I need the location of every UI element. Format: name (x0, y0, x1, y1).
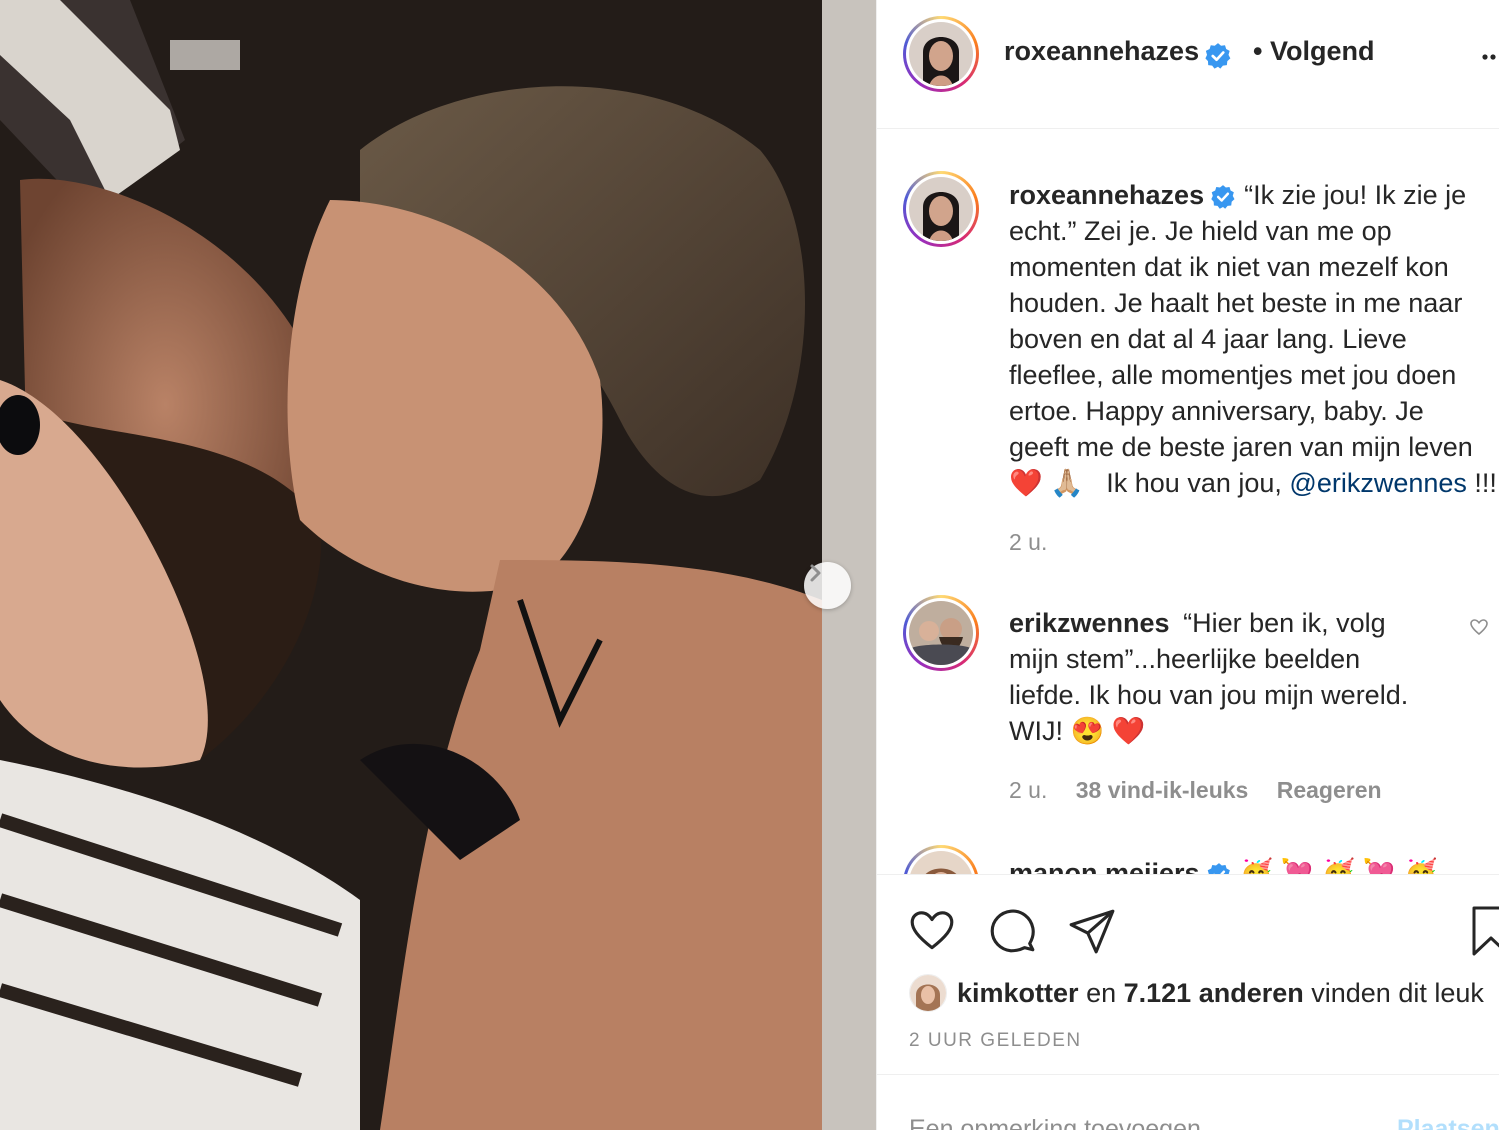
comment-line-1: manon meijers 🥳 💘 🥳 💘 🥳 (1009, 855, 1499, 874)
caption-text: Ik hou van jou, (1106, 468, 1282, 498)
comment-time[interactable]: 2 u. (1009, 777, 1047, 803)
more-dots-icon (1482, 54, 1496, 60)
like-heart-icon[interactable] (907, 906, 957, 956)
caption-line: momenten dat ik niet van mezelf kon (1009, 252, 1449, 282)
comment-like-heart-icon[interactable] (1469, 617, 1489, 637)
commenter-avatar[interactable] (903, 595, 979, 671)
avatar-icon (909, 851, 973, 874)
caption-line: ertoe. Happy anniversary, baby. Je (1009, 396, 1424, 426)
likes-connector: en (1086, 977, 1117, 1008)
add-comment-bar: Een opmerking toevoegen... Plaatsen (877, 1074, 1499, 1130)
share-send-icon[interactable] (1067, 906, 1117, 956)
caption-line: boven en dat al 4 jaar lang. Lieve (1009, 324, 1407, 354)
liker-avatar (909, 974, 947, 1012)
verified-badge-icon (1207, 862, 1230, 874)
caption-tail: !!! (1474, 468, 1497, 498)
add-comment-input[interactable]: Een opmerking toevoegen... (909, 1115, 1222, 1130)
verified-badge-icon (1204, 42, 1230, 69)
comment-text: “Hier ben ik, volg (1183, 608, 1386, 638)
commenter-username[interactable]: manon meijers (1009, 858, 1200, 874)
post-side-panel: roxeannehazes • Volgend roxeannehazes “I… (876, 0, 1499, 1130)
caption-meta: 2 u. (1009, 529, 1069, 556)
avatar-icon (909, 601, 973, 665)
following-status-button[interactable]: • Volgend (1253, 36, 1374, 67)
avatar-icon (910, 975, 946, 1011)
comment-line: mijn stem”...heerlijke beelden (1009, 644, 1361, 674)
post-comment-button[interactable]: Plaatsen (1397, 1115, 1499, 1130)
caption-line-1: roxeannehazes “Ik zie jou! Ik zie je (1009, 177, 1499, 213)
post-photo[interactable] (0, 0, 876, 1130)
comment-likes[interactable]: 38 vind-ik-leuks (1076, 777, 1249, 803)
caption-text: “Ik zie jou! Ik zie je (1244, 180, 1467, 210)
mention-link[interactable]: @erikzwennes (1289, 468, 1466, 498)
liker-username[interactable]: kimkotter (957, 978, 1079, 1009)
comments-list[interactable]: roxeannehazes “Ik zie jou! Ik zie je ech… (877, 129, 1499, 874)
caption-line: houden. Je haalt het beste in me naar (1009, 288, 1463, 318)
commenter-avatar[interactable] (903, 845, 979, 874)
more-options-button[interactable] (1481, 42, 1499, 72)
save-bookmark-icon[interactable] (1471, 906, 1499, 956)
comment-text: 🥳 💘 🥳 💘 🥳 (1239, 858, 1438, 874)
chevron-right-icon (810, 564, 821, 582)
likes-suffix: vinden dit leuk (1311, 977, 1484, 1008)
caption-time[interactable]: 2 u. (1009, 529, 1047, 555)
actions-divider (877, 874, 1499, 875)
likes-count[interactable]: 7.121 anderen (1124, 978, 1304, 1009)
author-avatar[interactable] (903, 16, 979, 92)
comment-line: WIJ! 😍 ❤️ (1009, 716, 1146, 746)
author-username[interactable]: roxeannehazes (1004, 36, 1199, 66)
caption-line: fleeflee, alle momentjes met jou doen (1009, 360, 1457, 390)
avatar-icon (909, 177, 973, 241)
likes-summary[interactable]: kimkotter en 7.121 anderen vinden dit le… (909, 974, 1484, 1012)
comment-meta: 2 u. 38 vind-ik-leuks Reageren (1009, 777, 1404, 804)
caption-line: echt.” Zei je. Je hield van me op (1009, 216, 1392, 246)
photo-image (0, 0, 876, 1130)
caption-avatar[interactable] (903, 171, 979, 247)
reply-button[interactable]: Reageren (1277, 777, 1382, 803)
avatar-icon (909, 22, 973, 86)
comment-line: liefde. Ik hou van jou mijn wereld. (1009, 680, 1409, 710)
caption-emoji: ❤️ 🙏🏼 (1009, 468, 1084, 498)
comment-line-1: erikzwennes “Hier ben ik, volg (1009, 605, 1499, 641)
commenter-username[interactable]: erikzwennes (1009, 608, 1170, 638)
comment-bubble-icon[interactable] (987, 906, 1037, 956)
next-photo-button[interactable] (804, 562, 851, 609)
caption-line: geeft me de beste jaren van mijn leven (1009, 432, 1473, 462)
caption-username[interactable]: roxeannehazes (1009, 180, 1204, 210)
caption-line-last: ❤️ 🙏🏼 Ik hou van jou, @erikzwennes !!! (1009, 465, 1499, 501)
post-timestamp[interactable]: 2 UUR GELEDEN (909, 1030, 1082, 1052)
post-header: roxeannehazes • Volgend (877, 0, 1499, 129)
verified-badge-icon (1211, 184, 1235, 209)
